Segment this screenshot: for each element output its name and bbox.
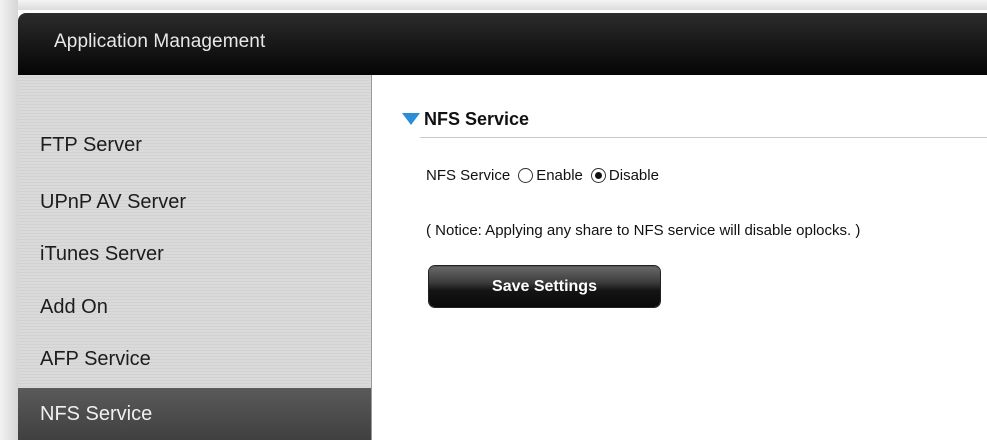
collapse-triangle-icon[interactable]	[402, 113, 420, 125]
disable-radio[interactable]	[590, 168, 606, 183]
disable-option[interactable]: Disable	[590, 167, 659, 184]
enable-label: Enable	[536, 167, 583, 184]
nfs-service-label: NFS Service	[426, 167, 511, 184]
sidebar-item-nfs-service[interactable]: NFS Service	[18, 388, 371, 440]
enable-radio[interactable]	[518, 168, 534, 183]
main-content: NFS Service NFS Service Enable Disable (…	[372, 75, 987, 440]
section-title: NFS Service	[424, 108, 530, 129]
sidebar-item-add-on[interactable]: Add On	[18, 281, 371, 333]
frame-rim-top	[0, 0, 987, 10]
radio-selected-dot	[594, 172, 602, 179]
sidebar-item-label: AFP Service	[40, 347, 151, 370]
notice-text: ( Notice: Applying any share to NFS serv…	[426, 222, 861, 239]
sidebar-item-label: Add On	[40, 295, 108, 318]
page-title: Application Management	[54, 31, 266, 52]
section-header[interactable]: NFS Service	[402, 108, 529, 130]
frame-rim-left	[0, 0, 18, 440]
sidebar-item-itunes-server[interactable]: iTunes Server	[18, 228, 371, 280]
save-settings-button[interactable]: Save Settings	[429, 266, 660, 307]
sidebar-item-label: NFS Service	[40, 402, 153, 425]
app-frame: Application Management FTP Server UPnP A…	[0, 0, 987, 440]
nfs-service-row: NFS Service Enable Disable	[426, 167, 659, 184]
enable-option[interactable]: Enable	[518, 167, 583, 184]
sidebar-item-label: UPnP AV Server	[40, 190, 186, 213]
sidebar: FTP Server UPnP AV Server iTunes Server …	[18, 75, 372, 440]
sidebar-item-label: FTP Server	[40, 133, 142, 156]
header-bar: Application Management	[18, 13, 987, 75]
sidebar-item-ftp-server[interactable]: FTP Server	[18, 119, 371, 171]
sidebar-item-label: iTunes Server	[40, 242, 164, 265]
sidebar-item-upnp-av-server[interactable]: UPnP AV Server	[18, 176, 371, 228]
sidebar-item-afp-service[interactable]: AFP Service	[18, 333, 371, 385]
section-divider	[420, 137, 987, 138]
disable-label: Disable	[608, 167, 659, 184]
